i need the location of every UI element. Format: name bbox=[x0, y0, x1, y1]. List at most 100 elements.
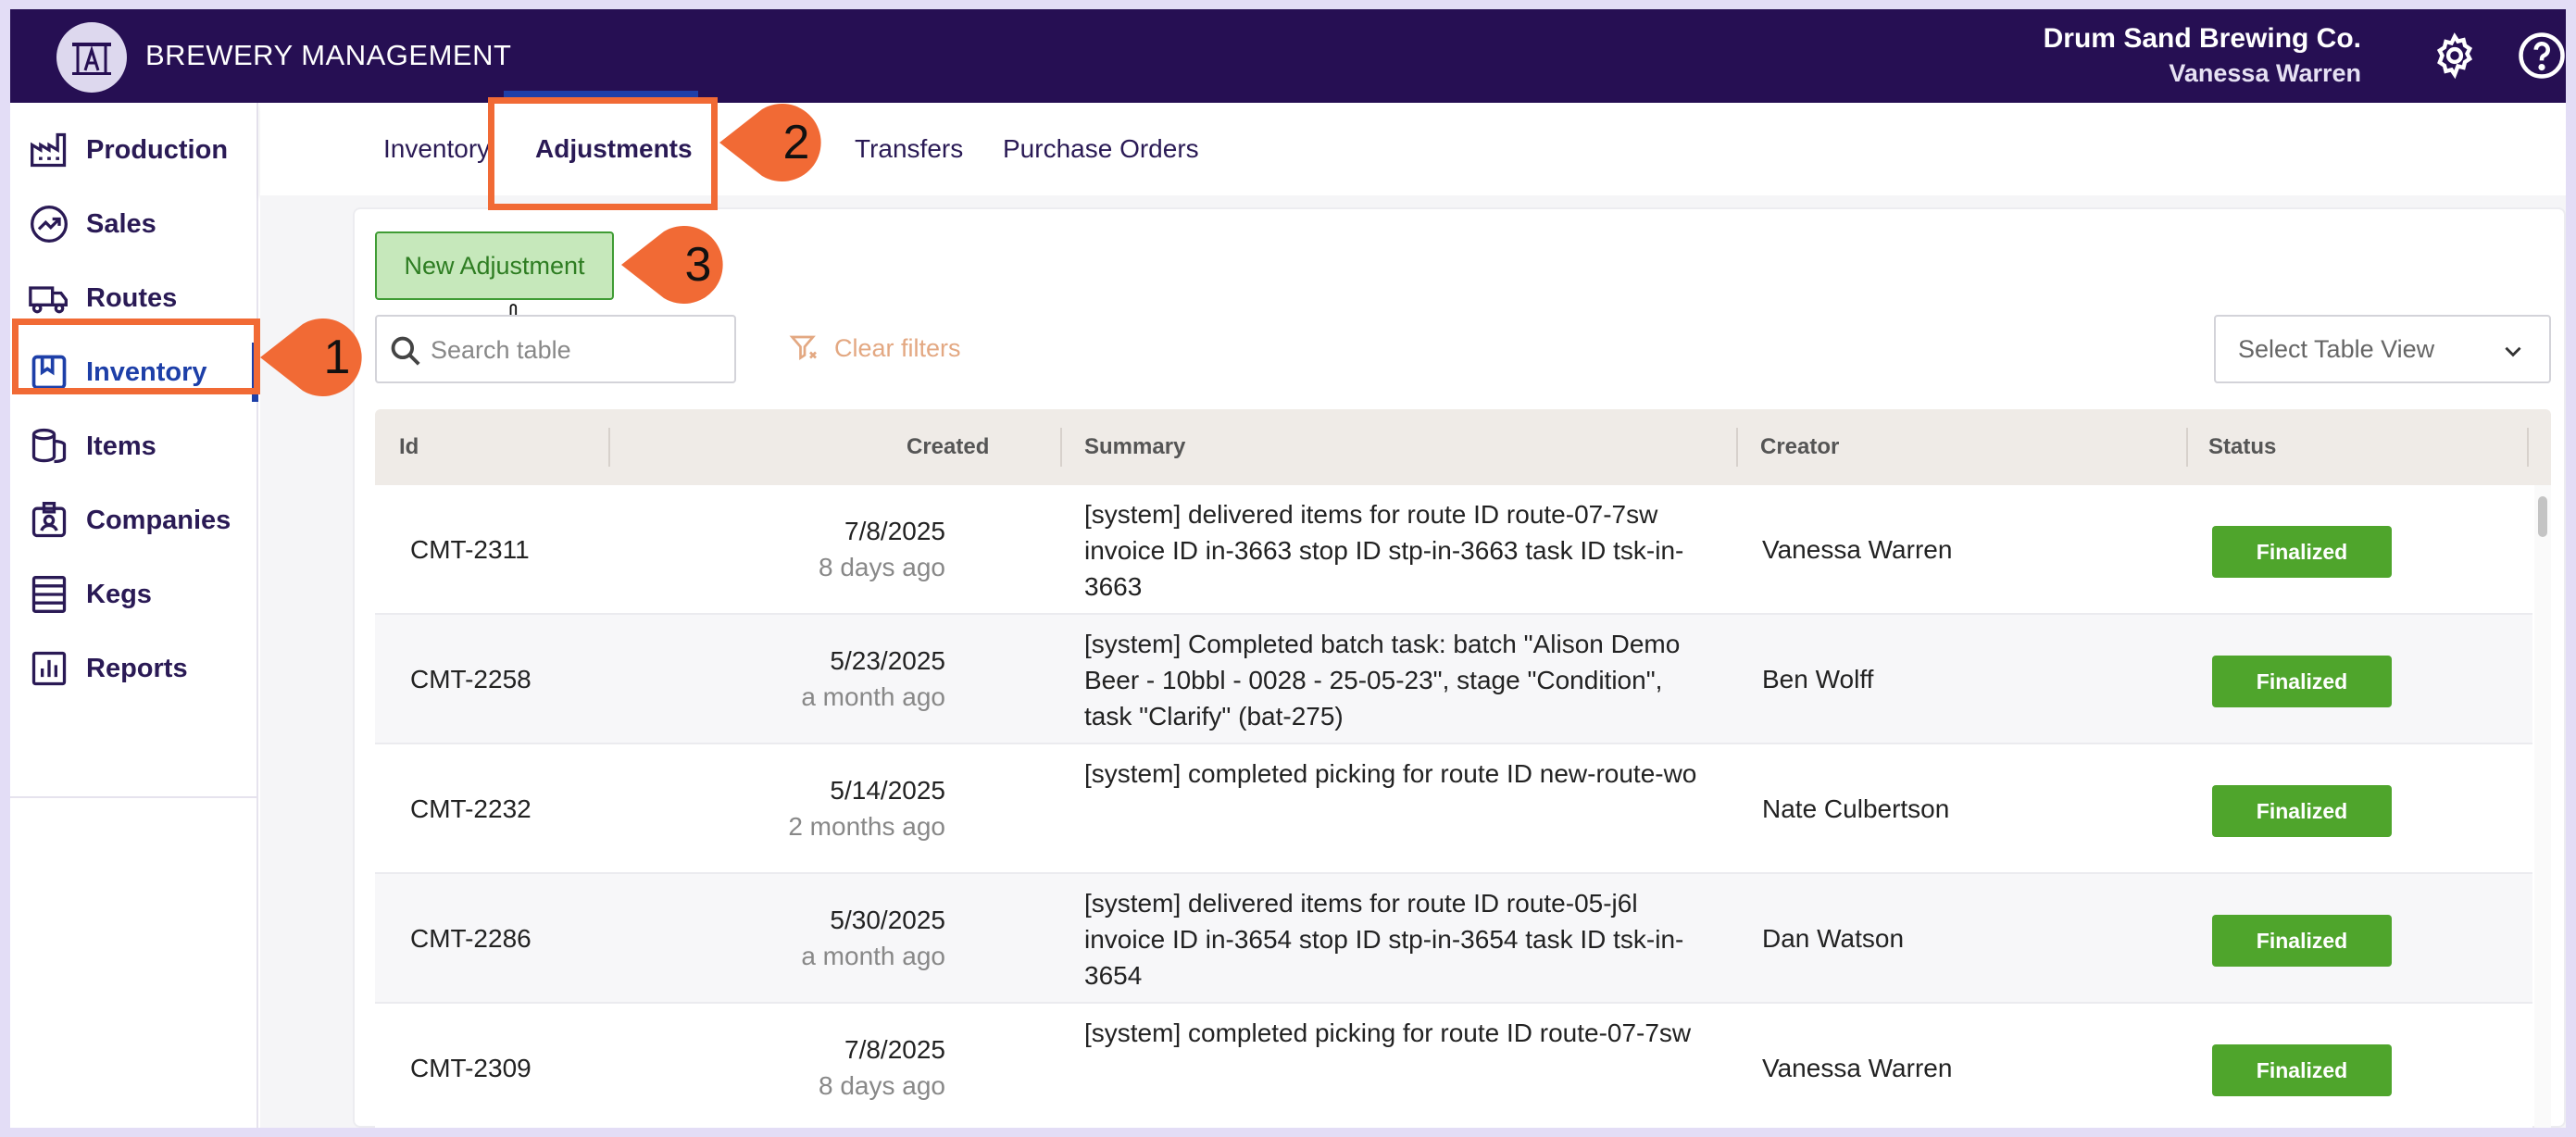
row-id[interactable]: CMT-2311 bbox=[410, 531, 530, 568]
column-header-status[interactable]: Status bbox=[2208, 409, 2276, 485]
sidebar-item-items[interactable]: Items bbox=[10, 409, 258, 483]
status-badge: Finalized bbox=[2212, 915, 2392, 967]
row-creator: Vanessa Warren bbox=[1762, 535, 1953, 564]
table-header: Id Created Summary Creator Status bbox=[375, 409, 2551, 485]
filter-clear-icon bbox=[789, 335, 817, 361]
created-relative: a month ago bbox=[801, 682, 945, 711]
table-row[interactable]: CMT-2311 7/8/2025 8 days ago [system] de… bbox=[375, 485, 2532, 615]
highlight-adjustments-tab bbox=[488, 97, 718, 210]
callout-number: 2 bbox=[782, 116, 810, 169]
table-view-placeholder: Select Table View bbox=[2238, 335, 2435, 363]
sidebar-item-production[interactable]: Production bbox=[10, 113, 258, 187]
highlight-inventory bbox=[12, 319, 260, 394]
search-icon bbox=[391, 336, 420, 366]
truck-icon bbox=[29, 278, 69, 319]
sidebar-item-kegs[interactable]: Kegs bbox=[10, 557, 258, 631]
table-row[interactable]: CMT-2286 5/30/2025 a month ago [system] … bbox=[375, 874, 2532, 1004]
report-icon bbox=[29, 648, 69, 689]
clear-filters-label: Clear filters bbox=[834, 333, 961, 362]
sidebar-item-label: Reports bbox=[86, 653, 188, 683]
row-summary: [system] completed picking for route ID … bbox=[1084, 1018, 1692, 1047]
column-header-summary[interactable]: Summary bbox=[1084, 409, 1185, 485]
sidebar: Production Sales Routes Inventory Items … bbox=[10, 103, 258, 1128]
row-id[interactable]: CMT-2258 bbox=[410, 661, 531, 697]
barrels-icon bbox=[29, 426, 69, 467]
sidebar-item-label: Companies bbox=[86, 505, 231, 535]
row-creator: Dan Watson bbox=[1762, 924, 1905, 953]
created-relative: a month ago bbox=[801, 942, 945, 970]
created-relative: 2 months ago bbox=[788, 812, 945, 841]
created-date: 5/30/2025 bbox=[830, 906, 945, 934]
logo-icon[interactable] bbox=[56, 22, 127, 93]
app-window: BREWERY MANAGEMENT Drum Sand Brewing Co.… bbox=[10, 9, 2566, 1128]
row-id[interactable]: CMT-2309 bbox=[410, 1050, 531, 1086]
row-creator: Vanessa Warren bbox=[1762, 1054, 1953, 1082]
status-badge: Finalized bbox=[2212, 526, 2392, 578]
sidebar-item-label: Routes bbox=[86, 282, 178, 313]
status-badge: Finalized bbox=[2212, 656, 2392, 707]
sidebar-item-label: Sales bbox=[86, 208, 156, 239]
badge-icon bbox=[29, 500, 69, 541]
row-created: 7/8/2025 8 days ago bbox=[668, 1031, 945, 1104]
table-row[interactable]: CMT-2232 5/14/2025 2 months ago [system]… bbox=[375, 744, 2532, 874]
trend-icon bbox=[29, 204, 69, 244]
clear-filters-button[interactable]: Clear filters bbox=[788, 330, 961, 367]
row-created: 5/14/2025 2 months ago bbox=[668, 772, 945, 844]
top-bar: BREWERY MANAGEMENT Drum Sand Brewing Co.… bbox=[10, 9, 2566, 103]
row-creator: Nate Culbertson bbox=[1762, 794, 1950, 823]
column-separator bbox=[608, 428, 610, 467]
sidebar-item-reports[interactable]: Reports bbox=[10, 631, 258, 706]
created-date: 5/23/2025 bbox=[830, 646, 945, 675]
column-separator bbox=[1736, 428, 1738, 467]
column-header-created[interactable]: Created bbox=[907, 409, 989, 485]
created-date: 5/14/2025 bbox=[830, 776, 945, 805]
table-view-select[interactable]: Select Table View bbox=[2214, 315, 2551, 383]
callout-2: 2 bbox=[719, 104, 831, 181]
column-separator bbox=[1060, 428, 1062, 467]
table-row[interactable]: CMT-2309 7/8/2025 8 days ago [system] co… bbox=[375, 1004, 2532, 1128]
callout-number: 3 bbox=[684, 238, 712, 292]
created-date: 7/8/2025 bbox=[844, 1035, 945, 1064]
kegs-icon bbox=[29, 574, 69, 615]
column-separator bbox=[2527, 428, 2529, 467]
callout-1: 1 bbox=[260, 319, 371, 396]
new-adjustment-button[interactable]: New Adjustment bbox=[375, 231, 614, 300]
created-relative: 8 days ago bbox=[819, 1071, 945, 1100]
help-icon[interactable] bbox=[2516, 30, 2566, 81]
sidebar-item-label: Kegs bbox=[86, 579, 152, 609]
active-tab-underline bbox=[504, 91, 698, 97]
sidebar-divider bbox=[10, 796, 258, 798]
sidebar-item-label: Production bbox=[86, 134, 229, 165]
row-summary: [system] delivered items for route ID ro… bbox=[1084, 500, 1684, 601]
status-badge: Finalized bbox=[2212, 1044, 2392, 1096]
row-id[interactable]: CMT-2286 bbox=[410, 920, 531, 956]
row-created: 5/23/2025 a month ago bbox=[668, 643, 945, 715]
tab-transfers[interactable]: Transfers bbox=[855, 103, 963, 195]
created-date: 7/8/2025 bbox=[844, 517, 945, 545]
user-name[interactable]: Vanessa Warren bbox=[2169, 57, 2361, 89]
table-scrollbar[interactable] bbox=[2534, 485, 2551, 1128]
search-input[interactable] bbox=[431, 330, 727, 370]
sidebar-item-companies[interactable]: Companies bbox=[10, 483, 258, 557]
row-creator: Ben Wolff bbox=[1762, 665, 1874, 693]
search-field[interactable] bbox=[375, 315, 736, 383]
row-summary: [system] delivered items for route ID ro… bbox=[1084, 889, 1684, 990]
chevron-down-icon bbox=[2505, 346, 2521, 357]
tab-purchase-orders[interactable]: Purchase Orders bbox=[1003, 103, 1199, 195]
table-row[interactable]: CMT-2258 5/23/2025 a month ago [system] … bbox=[375, 615, 2532, 744]
row-created: 7/8/2025 8 days ago bbox=[668, 513, 945, 585]
company-name[interactable]: Drum Sand Brewing Co. bbox=[2044, 22, 2361, 56]
sidebar-item-sales[interactable]: Sales bbox=[10, 187, 258, 261]
row-id[interactable]: CMT-2232 bbox=[410, 791, 531, 827]
sidebar-item-label: Items bbox=[86, 431, 156, 461]
status-badge: Finalized bbox=[2212, 785, 2392, 837]
scrollbar-thumb[interactable] bbox=[2538, 496, 2547, 537]
app-title: BREWERY MANAGEMENT bbox=[145, 39, 512, 71]
tab-inventory[interactable]: Inventory bbox=[383, 103, 490, 195]
callout-3: 3 bbox=[621, 226, 732, 304]
column-header-id[interactable]: Id bbox=[399, 409, 419, 485]
row-summary: [system] completed picking for route ID … bbox=[1084, 759, 1697, 788]
gear-icon[interactable] bbox=[2429, 30, 2481, 81]
column-header-creator[interactable]: Creator bbox=[1760, 409, 1839, 485]
row-created: 5/30/2025 a month ago bbox=[668, 902, 945, 974]
